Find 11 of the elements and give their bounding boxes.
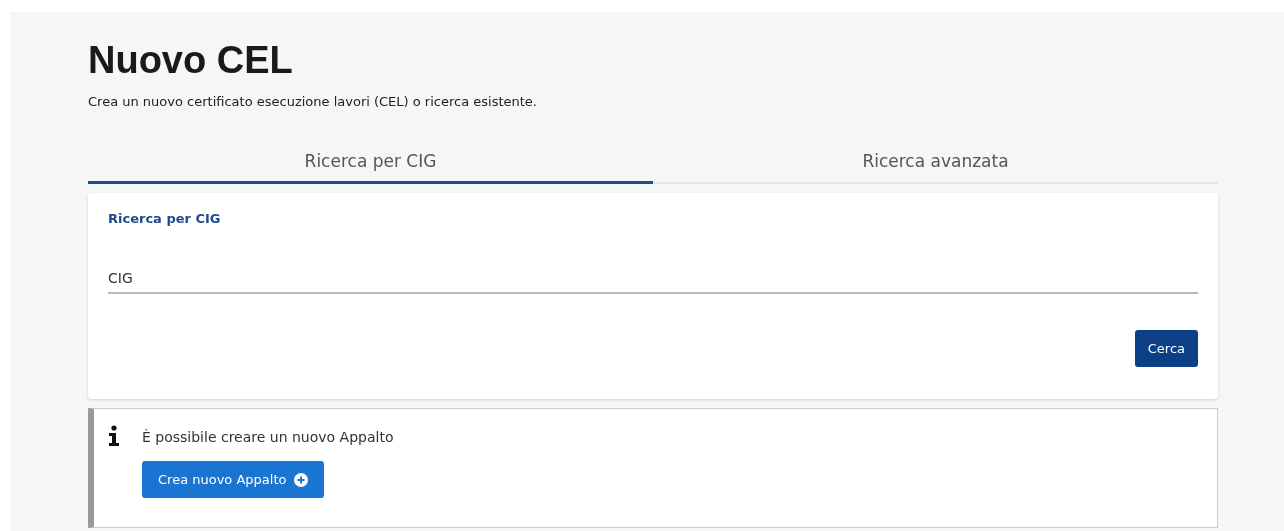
tab[interactable]: Ricerca avanzata <box>653 151 1218 184</box>
info-message: È possibile creare un nuovo Appalto <box>142 429 394 445</box>
create-contract-button[interactable]: Crea nuovo Appalto <box>142 461 325 498</box>
cig-field[interactable]: CIG <box>108 266 1198 294</box>
info-icon <box>108 425 120 447</box>
page-title: Nuovo CEL <box>88 38 294 82</box>
plus-icon <box>294 472 309 487</box>
card-title: Ricerca per CIG <box>108 211 222 226</box>
search-button[interactable]: Cerca <box>1134 330 1198 367</box>
page-subtitle: Crea un nuovo certificato esecuzione lavori (CEL) o ricerca esistente. <box>88 94 538 109</box>
tab[interactable]: Ricerca per CIG <box>88 151 653 184</box>
